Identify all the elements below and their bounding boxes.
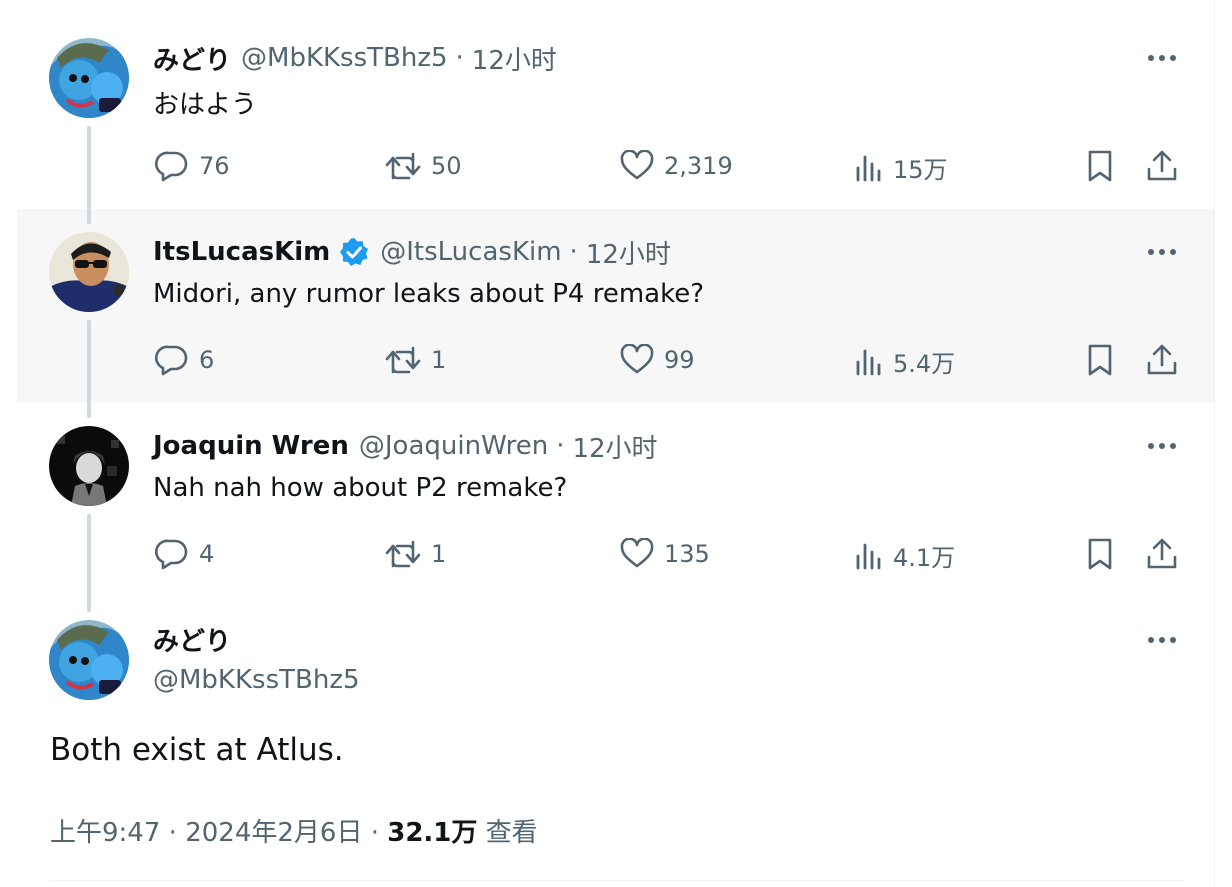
share-icon [1147, 150, 1177, 181]
retweet-button[interactable]: 1 [385, 538, 446, 570]
view-count: 15万 [893, 156, 948, 184]
bookmark-icon [1088, 538, 1112, 570]
like-icon [620, 344, 654, 374]
reply-icon [155, 151, 188, 182]
bookmark-icon [1088, 150, 1112, 182]
tweet-text: Nah nah how about P2 remake? [153, 473, 568, 503]
separator: · [168, 818, 177, 848]
separator: · [455, 43, 464, 73]
separator: · [370, 818, 379, 848]
divider [50, 880, 1184, 881]
username[interactable]: @MbKKssTBhz5 [153, 665, 360, 695]
reply-count: 76 [199, 152, 230, 180]
thread-connector [87, 126, 91, 224]
reply-count: 6 [199, 346, 215, 374]
view-count: 4.1万 [893, 544, 956, 572]
views-icon [856, 349, 881, 375]
views-total: 32.1万 [387, 818, 478, 848]
username[interactable]: @ItsLucasKim [380, 237, 561, 267]
like-button[interactable]: 135 [620, 538, 710, 570]
more-options-button[interactable] [1140, 628, 1184, 652]
more-options-button[interactable] [1140, 46, 1184, 70]
separator: · [556, 431, 565, 461]
more-options-button[interactable] [1140, 434, 1184, 458]
retweet-button[interactable]: 1 [385, 344, 446, 376]
share-button[interactable] [1146, 343, 1178, 381]
retweet-icon [385, 152, 421, 180]
views-button[interactable]: 5.4万 [855, 344, 955, 379]
more-icon [1148, 637, 1154, 643]
reply-icon [155, 539, 188, 570]
retweet-count: 50 [431, 152, 462, 180]
reply-icon [155, 345, 188, 376]
reply-count: 4 [199, 540, 215, 568]
bookmark-icon [1088, 344, 1112, 376]
username[interactable]: @MbKKssTBhz5 [241, 43, 448, 73]
avatar[interactable] [49, 620, 129, 700]
like-count: 2,319 [664, 152, 733, 180]
display-name[interactable]: ItsLucasKim [153, 237, 330, 267]
post-time[interactable]: 上午9:47 [50, 818, 160, 848]
retweet-button[interactable]: 50 [385, 150, 462, 182]
author-handle-row: @MbKKssTBhz5 [153, 663, 360, 697]
bookmark-button[interactable] [1085, 343, 1115, 381]
retweet-icon [385, 346, 421, 374]
tweet-text: おはよう [153, 90, 258, 120]
like-count: 135 [664, 540, 710, 568]
views-icon [856, 155, 881, 181]
reply-button[interactable]: 4 [155, 538, 214, 570]
share-icon [1147, 344, 1177, 375]
tweet-header: みどり @MbKKssTBhz5 · 12小时 [153, 40, 557, 77]
timestamp[interactable]: 12小时 [472, 40, 557, 77]
like-button[interactable]: 2,319 [620, 150, 733, 182]
display-name[interactable]: Joaquin Wren [153, 431, 349, 461]
reply-button[interactable]: 76 [155, 150, 230, 182]
reply-button[interactable]: 6 [155, 344, 214, 376]
tweet-header: ItsLucasKim @ItsLucasKim · 12小时 [153, 234, 671, 271]
share-button[interactable] [1146, 537, 1178, 575]
views-label: 查看 [485, 818, 538, 848]
avatar[interactable] [49, 232, 129, 312]
tweet-meta: 上午9:47 · 2024年2月6日 · 32.1万 查看 [50, 812, 538, 849]
bookmark-button[interactable] [1085, 149, 1115, 187]
share-button[interactable] [1146, 149, 1178, 187]
display-name[interactable]: みどり [153, 40, 231, 77]
like-count: 99 [664, 346, 695, 374]
view-count: 5.4万 [893, 350, 956, 378]
thread-connector [87, 514, 91, 612]
tweet-text: Both exist at Atlus. [50, 732, 344, 768]
like-icon [620, 150, 654, 180]
verified-badge-icon [338, 236, 370, 268]
views-button[interactable]: 15万 [855, 150, 948, 185]
tweet-text: Midori, any rumor leaks about P4 remake? [153, 279, 705, 309]
username[interactable]: @JoaquinWren [359, 431, 548, 461]
tweet-header: Joaquin Wren @JoaquinWren · 12小时 [153, 428, 658, 465]
more-icon [1148, 443, 1154, 449]
like-icon [620, 538, 654, 568]
more-icon [1148, 55, 1154, 61]
like-button[interactable]: 99 [620, 344, 695, 376]
timestamp[interactable]: 12小时 [586, 234, 671, 271]
avatar[interactable] [49, 38, 129, 118]
avatar[interactable] [49, 426, 129, 506]
bookmark-button[interactable] [1085, 537, 1115, 575]
share-icon [1147, 538, 1177, 569]
separator: · [569, 237, 578, 267]
retweet-count: 1 [431, 540, 447, 568]
retweet-icon [385, 540, 421, 568]
views-button[interactable]: 4.1万 [855, 538, 955, 573]
thread-connector [87, 320, 91, 418]
timeline-border [1214, 0, 1215, 887]
display-name[interactable]: みどり [153, 621, 231, 658]
post-date[interactable]: 2024年2月6日 [185, 818, 362, 848]
more-icon [1148, 249, 1154, 255]
views-icon [856, 543, 881, 569]
author-name-row: みどり [153, 621, 231, 658]
timestamp[interactable]: 12小时 [572, 428, 657, 465]
more-options-button[interactable] [1140, 240, 1184, 264]
retweet-count: 1 [431, 346, 447, 374]
